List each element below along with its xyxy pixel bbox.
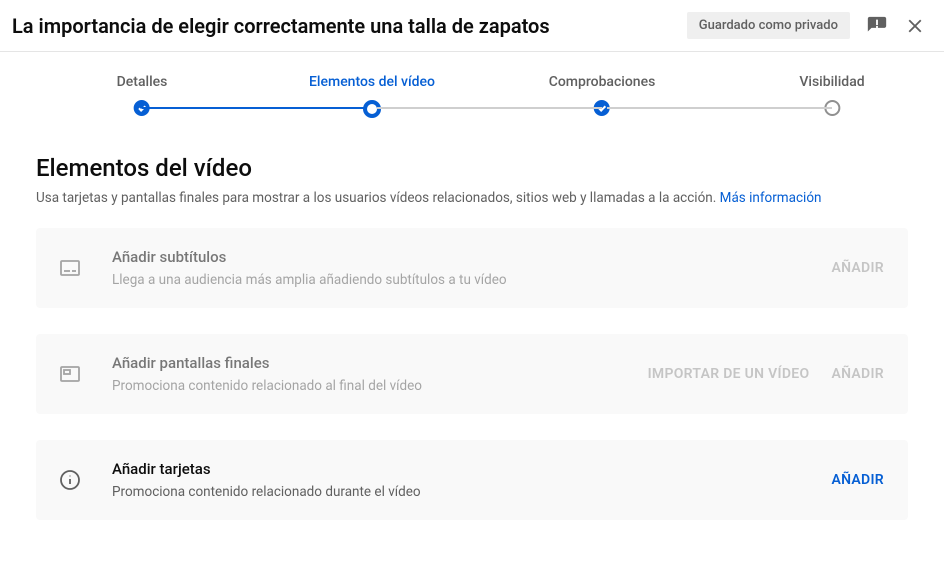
add-cards-button[interactable]: AÑADIR [831,472,884,488]
step-comprobaciones[interactable]: Comprobaciones [549,74,656,116]
section-subtitle: Usa tarjetas y pantallas finales para mo… [36,190,908,206]
card-title: Añadir tarjetas [112,460,831,478]
header-actions: Guardado como privado [687,12,926,39]
dialog-header: La importancia de elegir correctamente u… [0,0,944,52]
section-title: Elementos del vídeo [36,154,908,182]
stepper-line-3 [607,107,832,109]
stepper-line-1 [142,107,367,109]
more-info-link[interactable]: Más información [720,190,822,206]
import-from-video-button[interactable]: IMPORTAR DE UN VÍDEO [648,366,810,382]
card-title: Añadir pantallas finales [112,354,648,372]
end-screen-icon [56,362,84,386]
step-dot-current-icon [363,100,381,118]
step-elementos[interactable]: Elementos del vídeo [309,74,435,118]
close-icon[interactable] [904,15,926,37]
video-title: La importancia de elegir correctamente u… [12,14,550,38]
card-subtitle: Promociona contenido relacionado durante… [112,484,831,500]
card-subtitle: Promociona contenido relacionado al fina… [112,378,648,394]
card-end-screens: Añadir pantallas finales Promociona cont… [36,334,908,414]
stepper-line-2 [377,107,602,109]
save-status-badge: Guardado como privado [687,12,850,39]
info-icon [56,468,84,492]
card-subtitle: Llega a una audiencia más amplia añadien… [112,272,831,288]
feedback-icon[interactable] [866,15,888,37]
upload-stepper: Detalles Elementos del vídeo Comprobacio… [0,52,944,136]
card-title: Añadir subtítulos [112,248,831,266]
main-content: Elementos del vídeo Usa tarjetas y panta… [0,136,944,520]
subtitles-icon [56,256,84,280]
card-subtitles: Añadir subtítulos Llega a una audiencia … [36,228,908,308]
step-detalles[interactable]: Detalles [117,74,168,116]
card-cards: Añadir tarjetas Promociona contenido rel… [36,440,908,520]
add-subtitles-button[interactable]: AÑADIR [831,260,884,276]
add-end-screen-button[interactable]: AÑADIR [831,366,884,382]
step-visibilidad[interactable]: Visibilidad [799,74,864,116]
